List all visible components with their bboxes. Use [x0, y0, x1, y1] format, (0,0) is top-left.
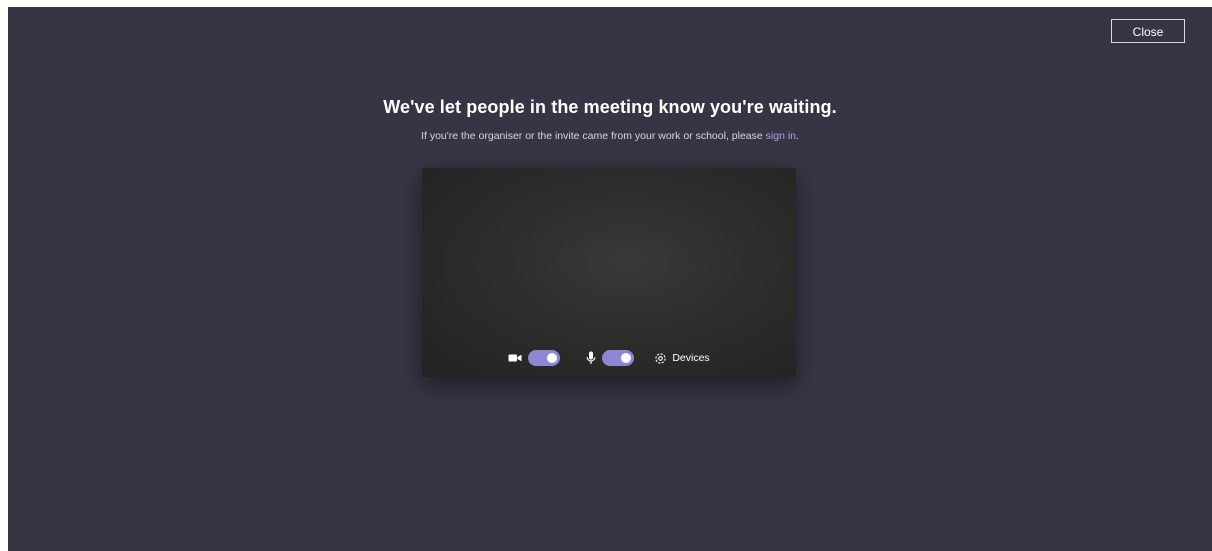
camera-control	[508, 350, 561, 366]
camera-icon	[508, 353, 522, 363]
prejoin-screen: Close We've let people in the meeting kn…	[8, 7, 1212, 551]
devices-label: Devices	[672, 352, 710, 364]
video-preview: Devices	[422, 168, 796, 377]
camera-toggle-knob	[547, 353, 558, 363]
camera-toggle[interactable]	[528, 350, 561, 366]
devices-button[interactable]: Devices	[654, 352, 710, 365]
microphone-icon	[586, 351, 596, 365]
sign-in-prompt-end: .	[796, 130, 799, 142]
gear-icon	[654, 352, 667, 365]
sign-in-prompt: If you're the organiser or the invite ca…	[8, 130, 1212, 142]
media-controls: Devices	[422, 348, 796, 368]
close-button[interactable]: Close	[1111, 19, 1185, 43]
sign-in-prompt-text: If you're the organiser or the invite ca…	[421, 130, 766, 142]
microphone-control	[586, 350, 635, 366]
microphone-toggle-knob	[621, 353, 632, 363]
page-title: We've let people in the meeting know you…	[383, 97, 837, 117]
microphone-toggle[interactable]	[602, 350, 635, 366]
sign-in-link[interactable]: sign in	[766, 130, 796, 142]
